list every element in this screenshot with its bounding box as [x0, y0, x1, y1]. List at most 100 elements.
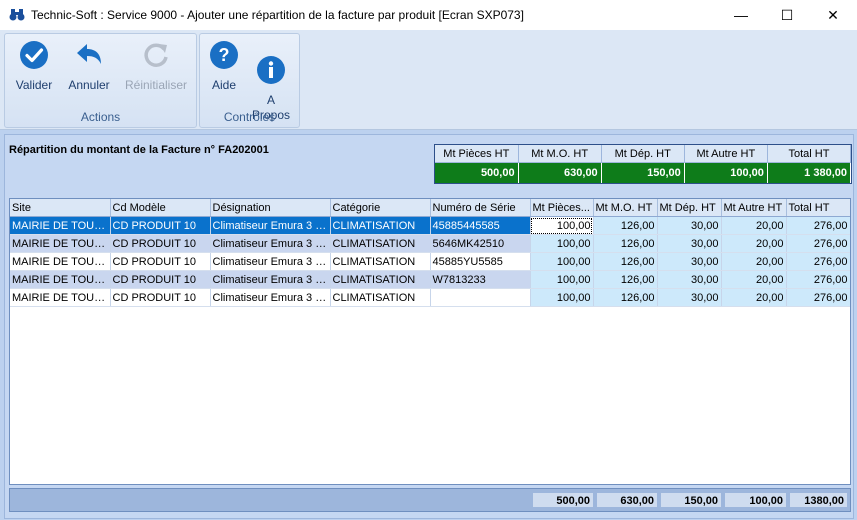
question-icon: ?: [210, 41, 238, 69]
cell-mo[interactable]: 126,00: [593, 216, 658, 235]
cell-dep[interactable]: 30,00: [657, 288, 722, 307]
summary-header: Mt M.O. HT: [518, 145, 602, 163]
cell-modele[interactable]: CD PRODUIT 10: [110, 288, 211, 307]
cell-site[interactable]: MAIRIE DE TOULOUSE: [10, 234, 111, 253]
undo-arrow-icon: [77, 44, 101, 64]
cell-site[interactable]: MAIRIE DE TOULOUSE: [10, 216, 111, 235]
controles-group-label: Contrôles: [223, 110, 276, 124]
close-button[interactable]: ✕: [810, 0, 856, 30]
annuler-label: Annuler: [68, 78, 110, 92]
repartition-panel: Répartition du montant de la Facture n° …: [4, 134, 854, 519]
cell-total: 276,00: [786, 270, 850, 289]
info-icon: [257, 56, 285, 84]
title-bar: Technic-Soft : Service 9000 - Ajouter un…: [0, 0, 857, 30]
reinitialiser-label: Réinitialiser: [124, 78, 188, 92]
cell-dep[interactable]: 30,00: [657, 234, 722, 253]
column-header-serie[interactable]: Numéro de Série: [430, 199, 531, 217]
cell-mo[interactable]: 126,00: [593, 270, 658, 289]
column-header-categorie[interactable]: Catégorie: [330, 199, 431, 217]
cell-serie[interactable]: [430, 288, 531, 307]
summary-header: Mt Autre HT: [684, 145, 768, 163]
total-autre: 100,00: [724, 492, 787, 508]
actions-group-label: Actions: [80, 110, 121, 124]
cell-autre[interactable]: 20,00: [721, 270, 787, 289]
cell-site[interactable]: MAIRIE DE TOULOUSE: [10, 288, 111, 307]
content-area: Répartition du montant de la Facture n° …: [0, 130, 857, 520]
column-header-pieces[interactable]: Mt Pièces...: [530, 199, 594, 217]
cell-pieces[interactable]: 100,00: [530, 252, 594, 271]
cell-pieces[interactable]: 100,00: [530, 288, 594, 307]
cell-autre[interactable]: 20,00: [721, 234, 787, 253]
cell-designation[interactable]: Climatiseur Emura 3 fonctions: [210, 252, 331, 271]
window-title: Technic-Soft : Service 9000 - Ajouter un…: [31, 8, 524, 22]
ribbon: Valider Annuler Réinitialiser Actions ? …: [0, 30, 857, 130]
maximize-button[interactable]: ☐: [764, 0, 810, 30]
valider-button[interactable]: Valider: [10, 40, 58, 93]
cell-modele[interactable]: CD PRODUIT 10: [110, 252, 211, 271]
cell-pieces[interactable]: 100,00: [530, 216, 594, 235]
maximize-icon: ☐: [780, 6, 794, 23]
summary-header: Mt Dép. HT: [601, 145, 685, 163]
valider-label: Valider: [15, 78, 53, 92]
column-header-site[interactable]: Site: [10, 199, 111, 217]
aide-button[interactable]: ? Aide: [205, 40, 243, 93]
table-row[interactable]: MAIRIE DE TOULOUSE CD PRODUIT 10 Climati…: [10, 234, 850, 253]
cell-designation[interactable]: Climatiseur Emura 3 fonctions: [210, 234, 331, 253]
cell-serie[interactable]: 45885445585: [430, 216, 531, 235]
cell-categorie[interactable]: CLIMATISATION: [330, 270, 431, 289]
check-icon: [20, 41, 48, 69]
total-dep: 150,00: [660, 492, 722, 508]
annuler-button[interactable]: Annuler: [63, 40, 115, 93]
cell-categorie[interactable]: CLIMATISATION: [330, 216, 431, 235]
column-header-autre[interactable]: Mt Autre HT: [721, 199, 787, 217]
cell-autre[interactable]: 20,00: [721, 288, 787, 307]
cell-categorie[interactable]: CLIMATISATION: [330, 234, 431, 253]
cell-designation[interactable]: Climatiseur Emura 3 fonctions: [210, 270, 331, 289]
binoculars-icon: [9, 9, 25, 21]
cell-pieces[interactable]: 100,00: [530, 234, 594, 253]
products-grid[interactable]: Site Cd Modèle Désignation Catégorie Num…: [9, 198, 851, 485]
cell-categorie[interactable]: CLIMATISATION: [330, 288, 431, 307]
cell-modele[interactable]: CD PRODUIT 10: [110, 216, 211, 235]
controles-group: ? Aide A Propos Contrôles: [199, 33, 300, 128]
cell-mo[interactable]: 126,00: [593, 252, 658, 271]
cell-dep[interactable]: 30,00: [657, 270, 722, 289]
cell-site[interactable]: MAIRIE DE TOULOUSE: [10, 252, 111, 271]
table-row[interactable]: MAIRIE DE TOULOUSE CD PRODUIT 10 Climati…: [10, 270, 850, 289]
cell-serie[interactable]: 45885YU5585: [430, 252, 531, 271]
cell-serie[interactable]: W7813233: [430, 270, 531, 289]
table-row[interactable]: MAIRIE DE TOULOUSE CD PRODUIT 10 Climati…: [10, 288, 850, 307]
cell-dep[interactable]: 30,00: [657, 216, 722, 235]
cell-dep[interactable]: 30,00: [657, 252, 722, 271]
cell-designation[interactable]: Climatiseur Emura 3 fonctions: [210, 288, 331, 307]
summary-header: Total HT: [767, 145, 852, 163]
aide-label: Aide: [211, 78, 237, 92]
cell-autre[interactable]: 20,00: [721, 216, 787, 235]
cell-autre[interactable]: 20,00: [721, 252, 787, 271]
cell-pieces[interactable]: 100,00: [530, 270, 594, 289]
column-header-modele[interactable]: Cd Modèle: [110, 199, 211, 217]
actions-group: Valider Annuler Réinitialiser Actions: [4, 33, 197, 128]
cell-designation[interactable]: Climatiseur Emura 3 fonctions: [210, 216, 331, 235]
reinitialiser-button[interactable]: Réinitialiser: [120, 40, 192, 93]
column-header-dep[interactable]: Mt Dép. HT: [657, 199, 722, 217]
minimize-button[interactable]: —: [718, 0, 764, 30]
svg-text:?: ?: [219, 45, 230, 65]
cell-total: 276,00: [786, 288, 850, 307]
column-header-mo[interactable]: Mt M.O. HT: [593, 199, 658, 217]
cell-total: 276,00: [786, 234, 850, 253]
table-row[interactable]: MAIRIE DE TOULOUSE CD PRODUIT 10 Climati…: [10, 216, 850, 235]
column-header-total[interactable]: Total HT: [786, 199, 850, 217]
cell-modele[interactable]: CD PRODUIT 10: [110, 270, 211, 289]
close-icon: ✕: [827, 6, 839, 23]
column-header-designation[interactable]: Désignation: [210, 199, 331, 217]
cell-mo[interactable]: 126,00: [593, 234, 658, 253]
cell-mo[interactable]: 126,00: [593, 288, 658, 307]
summary-table: Mt Pièces HT Mt M.O. HT Mt Dép. HT Mt Au…: [434, 144, 852, 184]
cell-site[interactable]: MAIRIE DE TOULOUSE: [10, 270, 111, 289]
table-row[interactable]: MAIRIE DE TOULOUSE CD PRODUIT 10 Climati…: [10, 252, 850, 271]
cell-serie[interactable]: 5646MK42510: [430, 234, 531, 253]
summary-header: Mt Pièces HT: [435, 145, 519, 163]
cell-modele[interactable]: CD PRODUIT 10: [110, 234, 211, 253]
cell-categorie[interactable]: CLIMATISATION: [330, 252, 431, 271]
